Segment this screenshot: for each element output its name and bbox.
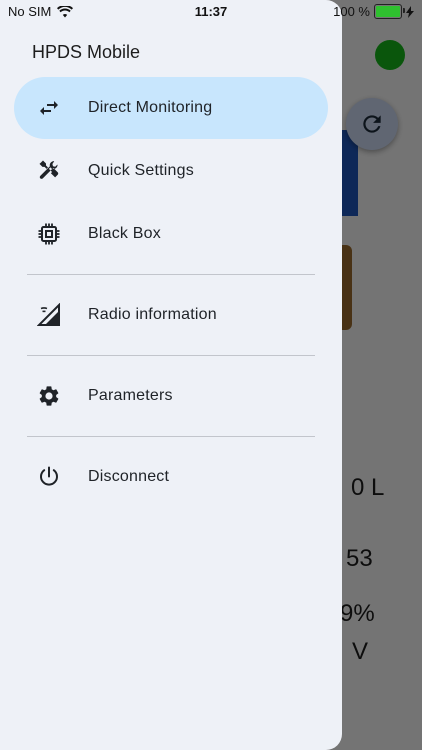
drawer-divider: [27, 355, 315, 356]
ios-status-bar: No SIM 11:37 100 %: [0, 0, 422, 24]
drawer-item-direct-monitoring[interactable]: Direct Monitoring: [14, 77, 328, 139]
drawer-divider: [27, 436, 315, 437]
drawer-item-quick-settings[interactable]: Quick Settings: [14, 140, 328, 202]
power-icon: [32, 465, 66, 489]
drawer-divider: [27, 274, 315, 275]
drawer-item-label: Disconnect: [88, 468, 170, 485]
drawer-item-label: Black Box: [88, 225, 161, 242]
tools-icon: [32, 159, 66, 183]
battery-icon: [374, 4, 405, 19]
swap-arrows-icon: [32, 96, 66, 120]
drawer-title: HPDS Mobile: [32, 42, 141, 62]
drawer-item-label: Quick Settings: [88, 162, 194, 179]
drawer-item-label: Parameters: [88, 387, 173, 404]
drawer-item-black-box[interactable]: Black Box: [14, 203, 328, 265]
drawer-item-parameters[interactable]: Parameters: [14, 365, 328, 427]
gear-icon: [32, 384, 66, 408]
drawer-item-label: Radio information: [88, 306, 217, 323]
battery-percent: 100 %: [333, 4, 370, 19]
signal-cellular-icon: [32, 303, 66, 327]
charging-bolt-icon: [406, 5, 414, 18]
chip-icon: [32, 222, 66, 246]
drawer-item-disconnect[interactable]: Disconnect: [14, 446, 328, 508]
drawer-item-label: Direct Monitoring: [88, 99, 213, 116]
navigation-drawer: HPDS Mobile Direct Monitoring Quick Sett…: [0, 0, 342, 750]
drawer-item-radio-information[interactable]: Radio information: [14, 284, 328, 346]
